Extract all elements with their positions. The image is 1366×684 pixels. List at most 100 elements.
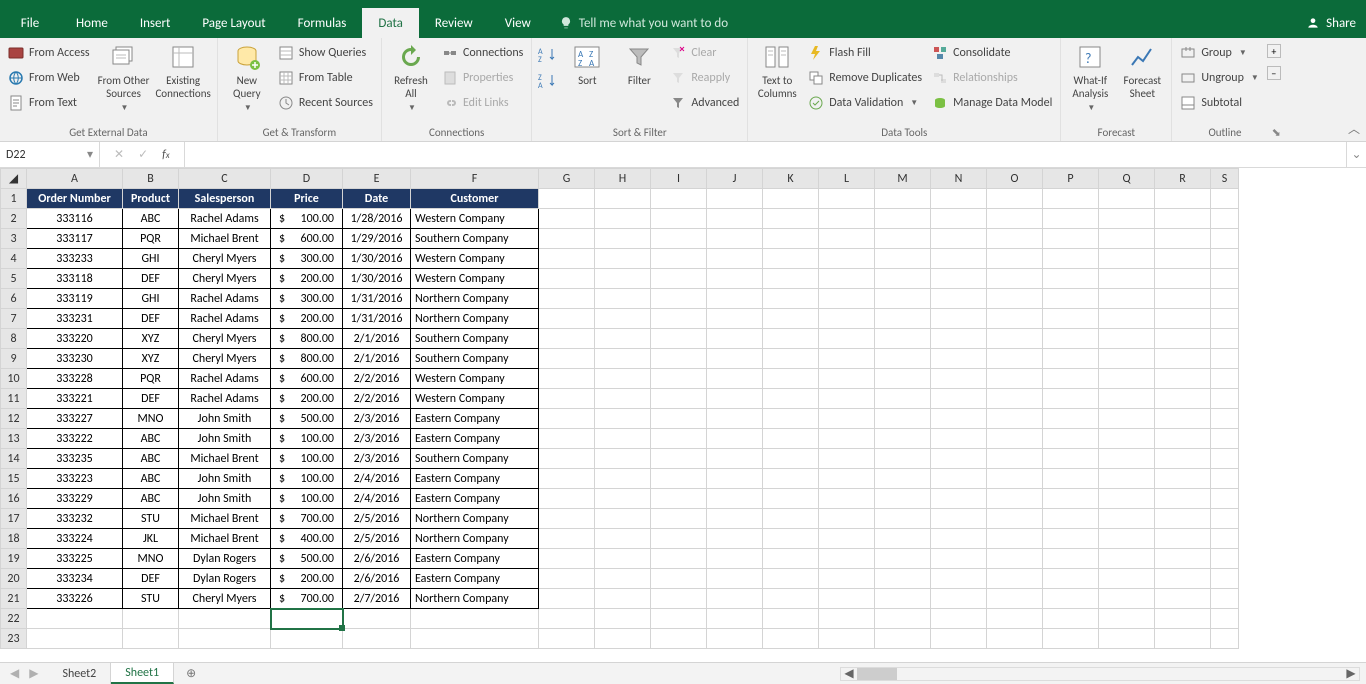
cell[interactable]: [651, 189, 707, 209]
consolidate-button[interactable]: Consolidate: [930, 42, 1054, 64]
cell[interactable]: Rachel Adams: [179, 209, 271, 229]
row-header[interactable]: 15: [1, 469, 27, 489]
cell[interactable]: Eastern Company: [411, 549, 539, 569]
cell[interactable]: [875, 449, 931, 469]
cell[interactable]: [1043, 469, 1099, 489]
cell[interactable]: [707, 409, 763, 429]
cell[interactable]: [707, 529, 763, 549]
chevron-down-icon[interactable]: ▾: [87, 147, 93, 162]
cell[interactable]: [707, 489, 763, 509]
cell[interactable]: 1/31/2016: [343, 289, 411, 309]
sheet-tab-sheet2[interactable]: Sheet2: [48, 663, 111, 684]
cell[interactable]: [931, 529, 987, 549]
cell[interactable]: [763, 629, 819, 649]
table-header-cell[interactable]: Price: [271, 189, 343, 209]
col-header-O[interactable]: O: [987, 169, 1043, 189]
cell[interactable]: $300.00: [271, 289, 343, 309]
cell[interactable]: John Smith: [179, 469, 271, 489]
cell[interactable]: Rachel Adams: [179, 369, 271, 389]
cancel-icon[interactable]: ✕: [114, 147, 124, 162]
cell[interactable]: 333230: [27, 349, 123, 369]
cell[interactable]: [819, 309, 875, 329]
cell[interactable]: [987, 349, 1043, 369]
cell[interactable]: [1043, 369, 1099, 389]
cell[interactable]: [651, 489, 707, 509]
row-header[interactable]: 4: [1, 249, 27, 269]
data-model-button[interactable]: Manage Data Model: [930, 92, 1054, 114]
cell[interactable]: [595, 589, 651, 609]
cell[interactable]: [1211, 289, 1239, 309]
cell[interactable]: GHI: [123, 289, 179, 309]
outline-expand-icon[interactable]: +: [1267, 44, 1281, 58]
cell[interactable]: [763, 549, 819, 569]
cell[interactable]: [651, 389, 707, 409]
cell[interactable]: [875, 289, 931, 309]
cell[interactable]: [1043, 229, 1099, 249]
cell[interactable]: [707, 429, 763, 449]
cell[interactable]: [931, 329, 987, 349]
cell[interactable]: [763, 229, 819, 249]
cell[interactable]: Michael Brent: [179, 449, 271, 469]
cell[interactable]: [819, 189, 875, 209]
cell[interactable]: [987, 209, 1043, 229]
cell[interactable]: [707, 289, 763, 309]
cell[interactable]: [1211, 489, 1239, 509]
cell[interactable]: [595, 209, 651, 229]
cell[interactable]: 333116: [27, 209, 123, 229]
row-header[interactable]: 1: [1, 189, 27, 209]
cell[interactable]: STU: [123, 589, 179, 609]
cell[interactable]: [539, 369, 595, 389]
cell[interactable]: $600.00: [271, 229, 343, 249]
cell[interactable]: [819, 589, 875, 609]
cell[interactable]: [819, 209, 875, 229]
cell[interactable]: 333119: [27, 289, 123, 309]
cell[interactable]: Dylan Rogers: [179, 569, 271, 589]
cell[interactable]: [1155, 549, 1211, 569]
cell[interactable]: [763, 509, 819, 529]
cell[interactable]: JKL: [123, 529, 179, 549]
cell[interactable]: [819, 349, 875, 369]
row-header[interactable]: 11: [1, 389, 27, 409]
fx-icon[interactable]: fx: [162, 148, 170, 162]
cell[interactable]: [875, 429, 931, 449]
cell[interactable]: XYZ: [123, 329, 179, 349]
cell[interactable]: 2/2/2016: [343, 369, 411, 389]
cell[interactable]: [1099, 309, 1155, 329]
cell[interactable]: [819, 409, 875, 429]
cell[interactable]: [1155, 249, 1211, 269]
row-header[interactable]: 23: [1, 629, 27, 649]
cell[interactable]: [987, 289, 1043, 309]
cell[interactable]: [987, 389, 1043, 409]
cell[interactable]: [595, 309, 651, 329]
cell[interactable]: [875, 389, 931, 409]
cell[interactable]: [707, 609, 763, 629]
cell[interactable]: [875, 329, 931, 349]
cell[interactable]: [539, 609, 595, 629]
cell[interactable]: [1211, 229, 1239, 249]
advanced-filter-button[interactable]: Advanced: [668, 92, 741, 114]
remove-duplicates-button[interactable]: Remove Duplicates: [806, 67, 924, 89]
cell[interactable]: [987, 449, 1043, 469]
col-header-S[interactable]: S: [1211, 169, 1239, 189]
cell[interactable]: [651, 429, 707, 449]
cell[interactable]: [1099, 329, 1155, 349]
cell[interactable]: [539, 489, 595, 509]
cell[interactable]: Eastern Company: [411, 409, 539, 429]
cell[interactable]: Cheryl Myers: [179, 329, 271, 349]
cell[interactable]: [651, 509, 707, 529]
cell[interactable]: 333220: [27, 329, 123, 349]
cell[interactable]: [1043, 329, 1099, 349]
cell[interactable]: [1211, 369, 1239, 389]
cell[interactable]: [707, 269, 763, 289]
cell[interactable]: [1099, 569, 1155, 589]
cell[interactable]: 2/5/2016: [343, 529, 411, 549]
row-header[interactable]: 2: [1, 209, 27, 229]
cell[interactable]: [763, 329, 819, 349]
outline-collapse-icon[interactable]: −: [1267, 66, 1281, 80]
cell[interactable]: [1043, 249, 1099, 269]
cell[interactable]: [875, 569, 931, 589]
cell[interactable]: [1211, 349, 1239, 369]
cell[interactable]: [1155, 229, 1211, 249]
cell[interactable]: Northern Company: [411, 529, 539, 549]
cell[interactable]: John Smith: [179, 409, 271, 429]
